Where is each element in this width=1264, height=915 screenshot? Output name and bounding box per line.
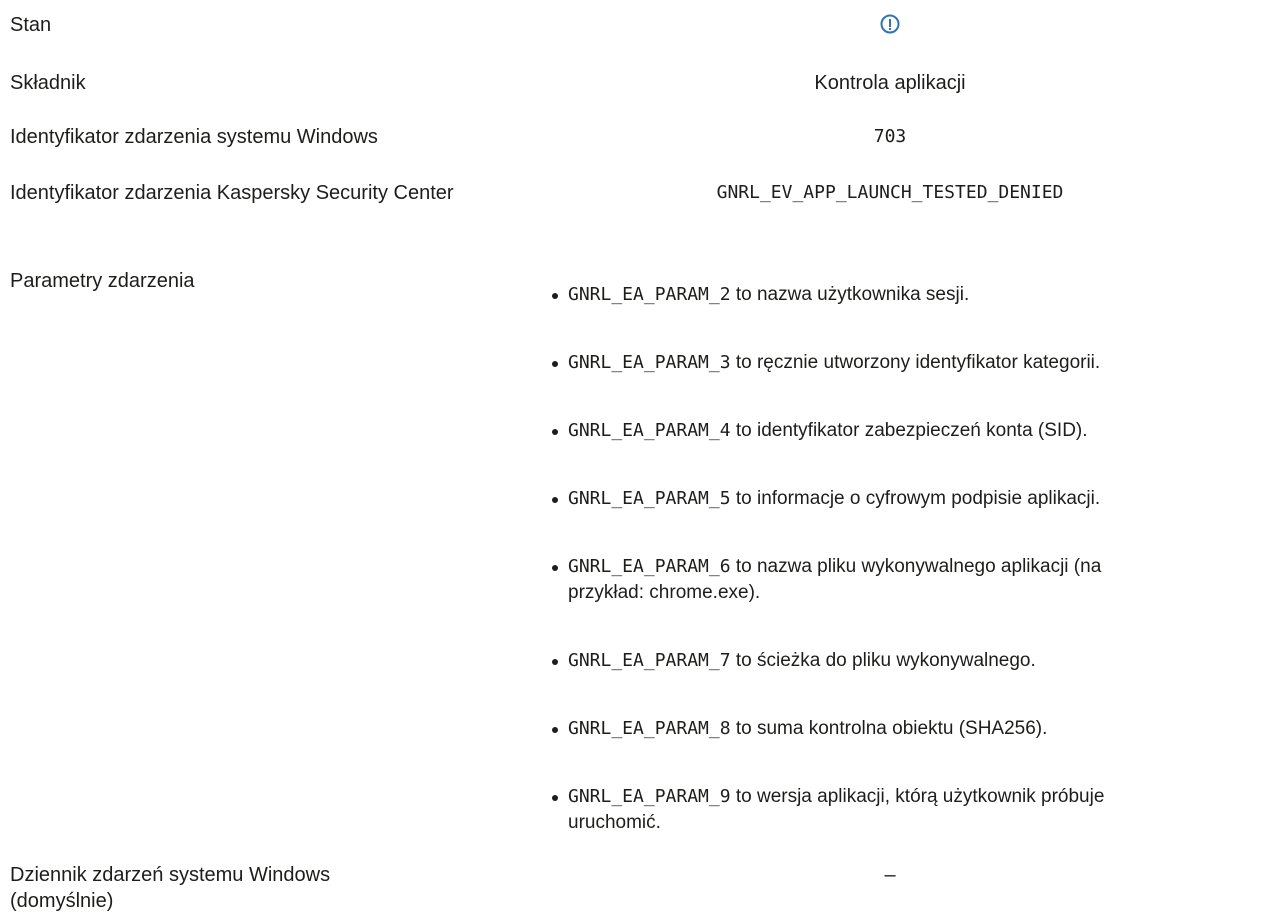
param-item: GNRL_EA_PARAM_6 to nazwa pliku wykonywal… bbox=[548, 554, 1148, 606]
param-code: GNRL_EA_PARAM_6 bbox=[568, 556, 731, 577]
ksc-event-id-label: Identyfikator zdarzenia Kaspersky Securi… bbox=[10, 182, 454, 204]
param-code: GNRL_EA_PARAM_9 bbox=[568, 786, 731, 807]
param-item: GNRL_EA_PARAM_2 to nazwa użytkownika ses… bbox=[548, 282, 1260, 308]
status-value bbox=[520, 10, 1260, 36]
param-text: to identyfikator zabezpieczeń konta (SID… bbox=[735, 420, 1088, 441]
param-text: to ręcznie utworzony identyfikator kateg… bbox=[735, 352, 1101, 373]
param-code: GNRL_EA_PARAM_8 bbox=[568, 718, 731, 739]
param-item: GNRL_EA_PARAM_3 to ręcznie utworzony ide… bbox=[548, 350, 1260, 376]
param-code: GNRL_EA_PARAM_2 bbox=[568, 284, 731, 305]
windows-log-value: – bbox=[884, 864, 896, 886]
param-text: to nazwa użytkownika sesji. bbox=[735, 284, 970, 305]
param-text: to informacje o cyfrowym podpisie aplika… bbox=[735, 488, 1101, 509]
windows-event-id-label: Identyfikator zdarzenia systemu Windows bbox=[10, 126, 378, 148]
info-icon bbox=[880, 14, 900, 34]
param-code: GNRL_EA_PARAM_3 bbox=[568, 352, 731, 373]
event-params-label: Parametry zdarzenia bbox=[10, 270, 195, 292]
component-label: Składnik bbox=[10, 72, 86, 94]
status-label: Stan bbox=[10, 14, 52, 36]
param-item: GNRL_EA_PARAM_7 to ścieżka do pliku wyko… bbox=[548, 648, 1260, 674]
ksc-event-id-value: GNRL_EV_APP_LAUNCH_TESTED_DENIED bbox=[716, 182, 1064, 203]
event-params-list: GNRL_EA_PARAM_2 to nazwa użytkownika ses… bbox=[548, 282, 1260, 836]
param-code: GNRL_EA_PARAM_4 bbox=[568, 420, 731, 441]
param-text: to ścieżka do pliku wykonywalnego. bbox=[735, 650, 1036, 671]
param-text: to suma kontrolna obiektu (SHA256). bbox=[735, 718, 1048, 739]
component-value: Kontrola aplikacji bbox=[814, 72, 966, 94]
param-code: GNRL_EA_PARAM_7 bbox=[568, 650, 731, 671]
param-item: GNRL_EA_PARAM_9 to wersja aplikacji, któ… bbox=[548, 784, 1148, 836]
param-item: GNRL_EA_PARAM_4 to identyfikator zabezpi… bbox=[548, 418, 1260, 444]
param-item: GNRL_EA_PARAM_8 to suma kontrolna obiekt… bbox=[548, 716, 1260, 742]
windows-event-id-value: 703 bbox=[873, 126, 907, 147]
param-code: GNRL_EA_PARAM_5 bbox=[568, 488, 731, 509]
param-item: GNRL_EA_PARAM_5 to informacje o cyfrowym… bbox=[548, 486, 1260, 512]
windows-log-label: Dziennik zdarzeń systemu Windows (domyśl… bbox=[10, 864, 331, 912]
